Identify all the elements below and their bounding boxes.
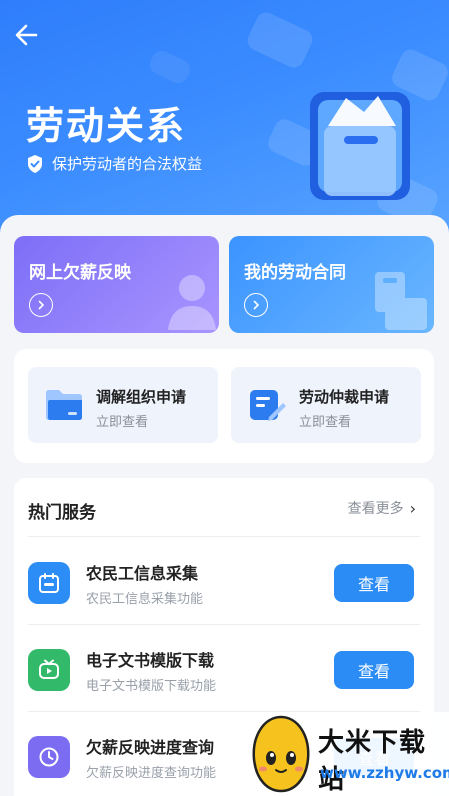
service-desc: 欠薪反映进度查询功能	[86, 766, 217, 781]
watermark-url: www.zzhyw.com	[320, 764, 449, 782]
calendar-icon	[28, 562, 70, 604]
mediation-application-card[interactable]: 调解组织申请 立即查看	[28, 367, 218, 443]
subcard-subtitle: 立即查看	[299, 415, 352, 430]
view-button[interactable]: 查看	[334, 651, 414, 689]
back-arrow-icon[interactable]	[12, 20, 42, 50]
subcard-title: 劳动仲裁申请	[299, 388, 390, 406]
person-icon	[168, 275, 216, 330]
chevron-right-icon: ›	[409, 498, 416, 518]
clock-icon	[28, 736, 70, 778]
application-panel: 调解组织申请 立即查看 劳动仲裁申请 立即查看	[14, 349, 434, 463]
arrow-right-circle-icon	[29, 293, 53, 317]
watermark: 大米下载站 www.zzhyw.com	[236, 712, 449, 796]
arbitration-application-card[interactable]: 劳动仲裁申请 立即查看	[231, 367, 421, 443]
rice-mascot-icon	[252, 715, 310, 793]
section-title: 热门服务	[28, 503, 96, 523]
header-banner: 劳动关系 保护劳动者的合法权益	[0, 0, 449, 250]
subcard-subtitle: 立即查看	[96, 415, 149, 430]
subcard-title: 调解组织申请	[96, 388, 187, 406]
service-desc: 农民工信息采集功能	[86, 592, 204, 607]
card-label: 网上欠薪反映	[29, 263, 131, 283]
service-name: 电子文书模版下载	[86, 651, 215, 670]
page-title: 劳动关系	[26, 104, 187, 148]
contract-stamp-icon	[375, 272, 427, 330]
service-desc: 电子文书模版下载功能	[86, 679, 217, 694]
document-illustration-icon	[310, 92, 410, 200]
labor-contract-card[interactable]: 我的劳动合同	[229, 236, 434, 333]
wage-arrears-report-card[interactable]: 网上欠薪反映	[14, 236, 219, 333]
video-download-icon	[28, 649, 70, 691]
folder-icon	[46, 390, 82, 420]
shield-check-icon	[28, 154, 42, 173]
arrow-right-circle-icon	[244, 293, 268, 317]
view-more-link[interactable]: 查看更多 ›	[348, 498, 416, 518]
service-name: 农民工信息采集	[86, 564, 199, 583]
list-item: 农民工信息采集 农民工信息采集功能 查看	[14, 538, 434, 624]
document-edit-icon	[250, 390, 286, 421]
card-label: 我的劳动合同	[244, 263, 346, 283]
list-item: 电子文书模版下载 电子文书模版下载功能 查看	[14, 625, 434, 711]
page-subtitle: 保护劳动者的合法权益	[26, 153, 202, 174]
view-button[interactable]: 查看	[334, 564, 414, 602]
watermark-name: 大米下载站	[318, 728, 427, 795]
divider	[28, 536, 420, 537]
service-name: 欠薪反映进度查询	[86, 738, 215, 757]
